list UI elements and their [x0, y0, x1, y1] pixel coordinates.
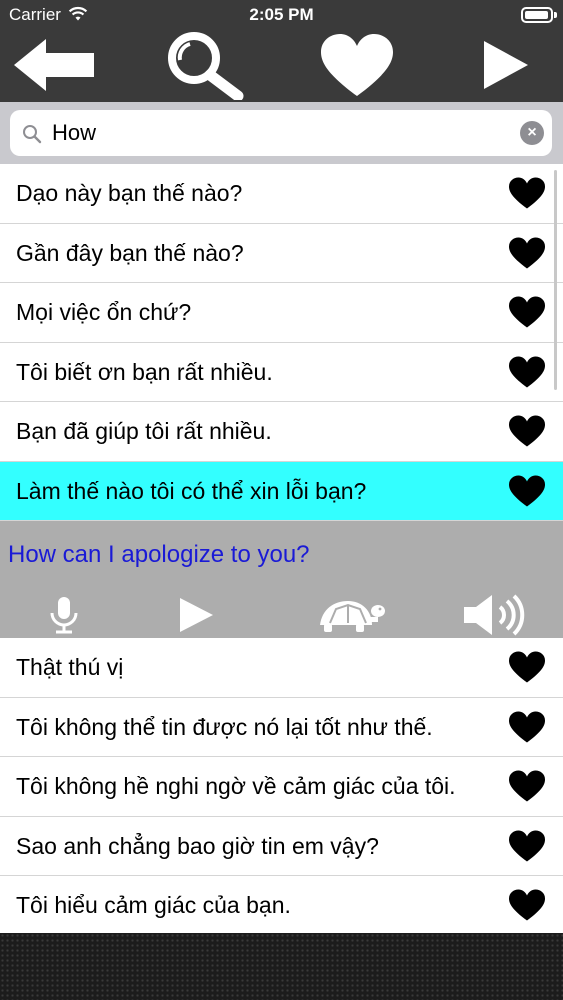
- heart-icon[interactable]: [508, 769, 546, 803]
- footer-bar: [0, 933, 563, 1000]
- play-icon: [484, 41, 528, 89]
- search-icon: [23, 125, 42, 144]
- phrase-text: Sao anh chẳng bao giờ tin em vậy?: [16, 832, 379, 859]
- status-bar: Carrier 2:05 PM: [0, 0, 563, 30]
- translation-text: How can I apologize to you?: [8, 541, 310, 568]
- phrase-text: Bạn đã giúp tôi rất nhiều.: [16, 418, 272, 444]
- play-icon: [180, 598, 213, 632]
- list-item[interactable]: Sao anh chẳng bao giờ tin em vậy?: [0, 816, 563, 876]
- phrase-text: Mọi việc ổn chứ?: [16, 299, 192, 325]
- heart-icon[interactable]: [508, 474, 546, 508]
- speaker-icon: [464, 594, 525, 636]
- heart-icon[interactable]: [508, 355, 546, 389]
- favorites-button[interactable]: [316, 28, 398, 102]
- back-button[interactable]: [8, 28, 100, 102]
- slow-play-button[interactable]: [314, 593, 388, 637]
- heart-icon[interactable]: [508, 650, 546, 684]
- list-item[interactable]: Tôi không thể tin được nó lại tốt như th…: [0, 697, 563, 757]
- next-button[interactable]: [470, 28, 540, 102]
- heart-icon[interactable]: [508, 710, 546, 744]
- phrase-text: Gần đây bạn thế nào?: [16, 239, 244, 266]
- phrase-text: Tôi hiểu cảm giác của bạn.: [16, 892, 291, 918]
- list-item[interactable]: Thật thú vị: [0, 638, 563, 698]
- scrollbar[interactable]: [554, 170, 557, 390]
- heart-icon: [321, 34, 393, 96]
- list-item[interactable]: Dạo này bạn thế nào?: [0, 164, 563, 224]
- heart-icon[interactable]: [508, 295, 546, 329]
- phrase-text: Tôi không hề nghi ngờ về cảm giác của tô…: [16, 773, 456, 799]
- record-button[interactable]: [44, 593, 84, 637]
- list-item[interactable]: Bạn đã giúp tôi rất nhiều.: [0, 402, 563, 462]
- phrase-list: Dạo này bạn thế nào? Gần đây bạn thế nào…: [0, 164, 563, 936]
- phrase-text: Tôi không thể tin được nó lại tốt như th…: [16, 713, 433, 740]
- battery-tip: [554, 12, 557, 18]
- phrase-text: Làm thế nào tôi có thể xin lỗi bạn?: [16, 477, 367, 504]
- speaker-button[interactable]: [460, 593, 530, 637]
- battery-icon: [521, 7, 553, 23]
- search-input[interactable]: [52, 116, 512, 150]
- list-item[interactable]: Gần đây bạn thế nào?: [0, 223, 563, 283]
- left-arrow-icon: [14, 39, 94, 91]
- magnifier-icon: [168, 32, 244, 100]
- list-item[interactable]: Mọi việc ổn chứ?: [0, 283, 563, 343]
- heart-icon[interactable]: [508, 414, 546, 448]
- heart-icon[interactable]: [508, 236, 546, 270]
- top-bar: Carrier 2:05 PM: [0, 0, 563, 102]
- play-button[interactable]: [174, 593, 218, 637]
- list-item-selected[interactable]: Làm thế nào tôi có thể xin lỗi bạn?: [0, 461, 563, 521]
- list-item[interactable]: Tôi biết ơn bạn rất nhiều.: [0, 342, 563, 402]
- list-item[interactable]: Tôi không hề nghi ngờ về cảm giác của tô…: [0, 757, 563, 817]
- phrase-text: Tôi biết ơn bạn rất nhiều.: [16, 358, 273, 385]
- search-field[interactable]: ×: [10, 110, 552, 156]
- clock: 2:05 PM: [249, 5, 314, 24]
- translation-panel: How can I apologize to you?: [0, 521, 563, 638]
- microphone-icon: [50, 597, 78, 634]
- heart-icon[interactable]: [508, 888, 546, 922]
- clear-icon[interactable]: ×: [520, 121, 544, 145]
- heart-icon[interactable]: [508, 176, 546, 210]
- search-button[interactable]: [160, 28, 250, 102]
- toolbar: [0, 28, 563, 102]
- search-bar: ×: [0, 102, 563, 164]
- list-item[interactable]: Tôi hiểu cảm giác của bạn.: [0, 876, 563, 936]
- phrase-text: Thật thú vị: [16, 654, 124, 680]
- heart-icon[interactable]: [508, 829, 546, 863]
- turtle-icon: [320, 601, 385, 632]
- phrase-text: Dạo này bạn thế nào?: [16, 180, 243, 206]
